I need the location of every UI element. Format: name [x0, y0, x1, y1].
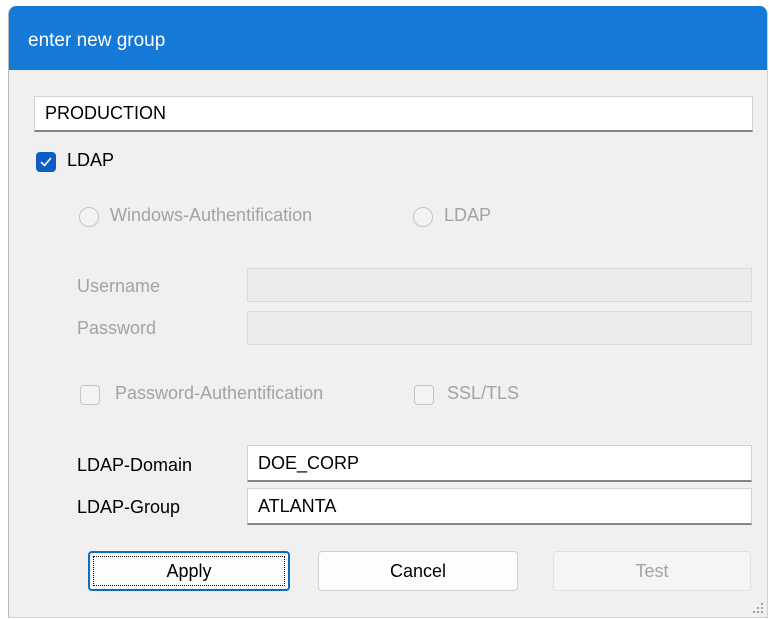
ldap-checkbox-label: LDAP	[67, 150, 115, 170]
ldap-domain-value: DOE_CORP	[258, 452, 360, 473]
apply-button-label: Apply	[166, 560, 212, 581]
group-name-input[interactable]: PRODUCTION	[34, 96, 753, 132]
radio-ldap-label: LDAP	[444, 205, 492, 225]
radio-ldap[interactable]	[413, 207, 433, 227]
ldap-domain-label: LDAP-Domain	[77, 455, 193, 475]
test-button[interactable]: Test	[553, 551, 751, 591]
apply-button[interactable]: Apply	[88, 551, 290, 591]
radio-windows-auth-label: Windows-Authentification	[110, 205, 313, 225]
username-input[interactable]	[247, 268, 752, 302]
password-input[interactable]	[247, 311, 752, 345]
password-auth-checkbox[interactable]	[80, 385, 100, 405]
ldap-group-input[interactable]: ATLANTA	[247, 488, 752, 525]
ssl-tls-checkbox[interactable]	[414, 385, 434, 405]
group-name-value: PRODUCTION	[45, 103, 166, 123]
ssl-tls-label: SSL/TLS	[447, 383, 520, 403]
checkmark-icon	[40, 157, 52, 167]
username-label: Username	[77, 276, 161, 296]
resize-grip-icon[interactable]	[753, 603, 763, 613]
ldap-domain-input[interactable]: DOE_CORP	[247, 445, 752, 482]
password-auth-label: Password-Authentification	[115, 383, 324, 403]
ldap-group-value: ATLANTA	[258, 495, 337, 516]
test-button-label: Test	[635, 560, 669, 581]
cancel-button-label: Cancel	[389, 560, 447, 581]
cancel-button[interactable]: Cancel	[318, 551, 518, 591]
ldap-checkbox[interactable]	[36, 152, 56, 172]
window-title: enter new group	[28, 30, 166, 51]
title-bar[interactable]: enter new group	[9, 6, 767, 70]
ldap-group-label: LDAP-Group	[77, 497, 181, 517]
password-label: Password	[77, 318, 157, 338]
radio-windows-auth[interactable]	[79, 207, 99, 227]
new-group-dialog: enter new group PRODUCTION LDAP Windows-…	[8, 6, 768, 618]
